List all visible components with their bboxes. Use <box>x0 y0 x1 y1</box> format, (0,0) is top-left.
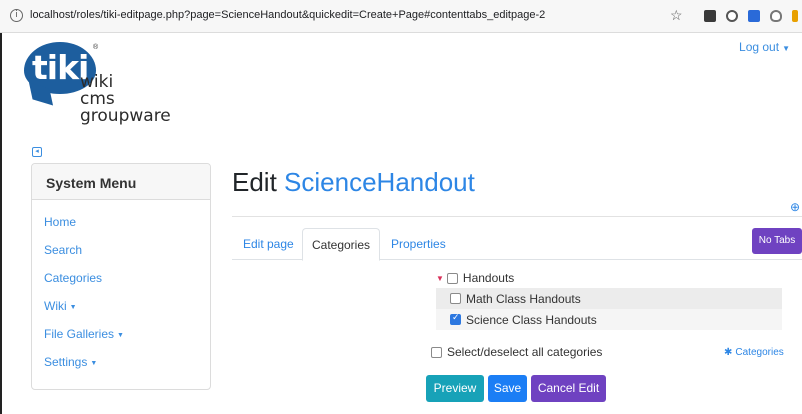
chevron-down-icon: ▼ <box>90 360 98 367</box>
sidebar-item-home[interactable]: Home <box>32 215 210 243</box>
extension-icon[interactable] <box>704 10 716 22</box>
category-label: Handouts <box>462 271 515 285</box>
window-edge <box>0 33 8 414</box>
tab-properties[interactable]: Properties <box>391 228 446 260</box>
chevron-down-icon: ▼ <box>117 332 124 339</box>
extension-icon[interactable] <box>726 10 738 22</box>
gear-icon: ✱ <box>724 347 733 358</box>
page-title: Edit ScienceHandout <box>232 167 475 197</box>
info-icon[interactable]: i <box>10 9 23 22</box>
zoom-in-icon[interactable]: ⊕ <box>790 200 800 214</box>
extension-icon[interactable] <box>792 10 798 22</box>
sidebar-item-search[interactable]: Search <box>32 243 210 271</box>
tab-edit-page[interactable]: Edit page <box>243 228 294 260</box>
system-menu-title: System Menu <box>32 164 210 200</box>
page-name-link[interactable]: ScienceHandout <box>284 167 475 197</box>
logout-menu[interactable]: Log out ▼ <box>739 40 790 54</box>
collapse-caret-icon[interactable]: ▼ <box>436 274 444 283</box>
sidebar-item-file-galleries[interactable]: File Galleries ▼ <box>32 327 210 355</box>
category-root: ▼ Handouts <box>436 270 514 286</box>
registered-icon: ® <box>93 44 99 51</box>
browser-address-bar[interactable]: i localhost/roles/tiki-editpage.php?page… <box>0 0 802 33</box>
system-menu: System Menu Home Search Categories Wiki ▼… <box>31 163 211 390</box>
sidebar-item-categories[interactable]: Categories <box>32 271 210 299</box>
select-all-row: Select/deselect all categories <box>431 345 602 359</box>
save-button[interactable]: Save <box>488 375 527 402</box>
cancel-edit-button[interactable]: Cancel Edit <box>531 375 606 402</box>
edit-tabs: Edit page Categories Properties <box>232 228 802 261</box>
category-label: Math Class Handouts <box>466 291 581 306</box>
category-checkbox[interactable] <box>450 313 461 325</box>
category-item: Science Class Handouts <box>436 309 782 330</box>
chevron-down-icon: ▼ <box>69 304 77 311</box>
extension-icon[interactable] <box>770 10 782 22</box>
categories-link[interactable]: ✱ Categories <box>724 347 784 358</box>
select-all-label: Select/deselect all categories <box>447 345 603 359</box>
preview-button[interactable]: Preview <box>426 375 484 402</box>
category-label: Science Class Handouts <box>466 312 597 327</box>
chevron-down-icon: ▼ <box>782 44 790 53</box>
sidebar-toggle-icon[interactable]: ◂ <box>32 147 42 157</box>
category-checkbox[interactable] <box>446 272 458 284</box>
url-text[interactable]: localhost/roles/tiki-editpage.php?page=S… <box>30 9 545 21</box>
bookmark-star-icon[interactable]: ☆ <box>670 7 683 24</box>
divider <box>232 216 802 217</box>
no-tabs-button[interactable]: No Tabs <box>752 228 802 254</box>
category-checkbox[interactable] <box>450 293 461 304</box>
logout-label: Log out <box>739 40 780 54</box>
category-item: Math Class Handouts <box>436 288 782 309</box>
logo-text: wiki cms groupware <box>80 72 171 126</box>
select-all-checkbox[interactable] <box>431 346 442 358</box>
extension-icon[interactable] <box>748 10 760 22</box>
sidebar-item-wiki[interactable]: Wiki ▼ <box>32 299 210 327</box>
tab-categories[interactable]: Categories <box>302 228 380 261</box>
sidebar-item-settings[interactable]: Settings ▼ <box>32 355 210 383</box>
